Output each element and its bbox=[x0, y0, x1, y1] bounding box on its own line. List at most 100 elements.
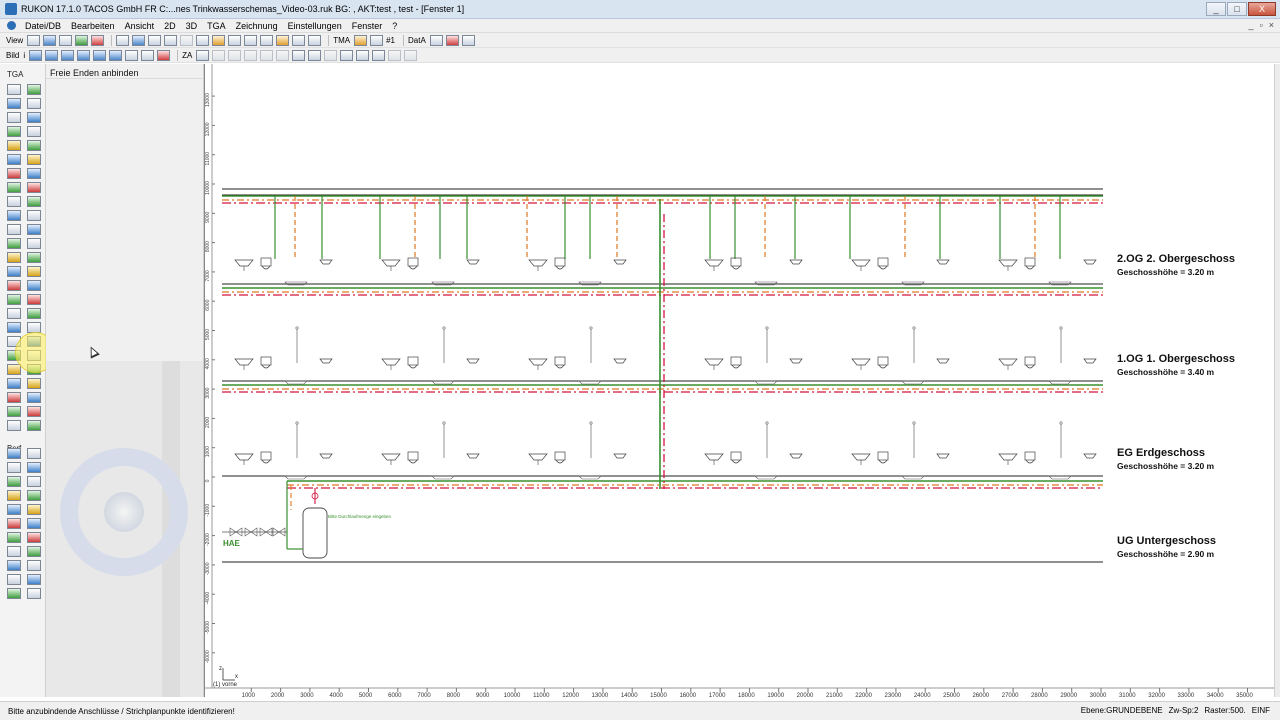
tga-tool-icon[interactable] bbox=[7, 322, 21, 333]
pan-icon[interactable] bbox=[308, 34, 322, 46]
tga-tool-icon[interactable] bbox=[7, 560, 21, 571]
tga-tool-icon[interactable] bbox=[7, 462, 21, 473]
tga-tool-icon[interactable] bbox=[7, 294, 21, 305]
tga-tool-icon[interactable] bbox=[27, 238, 41, 249]
tga-tool-icon[interactable] bbox=[27, 294, 41, 305]
tga-tool-icon[interactable] bbox=[27, 308, 41, 319]
tga-tool-icon[interactable] bbox=[27, 462, 41, 473]
zoom-in-icon[interactable] bbox=[61, 49, 75, 61]
mdi-close-button[interactable]: × bbox=[1269, 20, 1274, 30]
frame-icon[interactable] bbox=[141, 49, 155, 61]
zoom-fit-icon[interactable] bbox=[109, 49, 123, 61]
tga-tool-icon[interactable] bbox=[27, 392, 41, 403]
group-icon[interactable] bbox=[324, 49, 338, 61]
eye-icon[interactable] bbox=[116, 34, 130, 46]
import-icon[interactable] bbox=[404, 49, 418, 61]
tga-tool-icon[interactable] bbox=[27, 518, 41, 529]
zoom-all-icon[interactable] bbox=[29, 49, 43, 61]
folder-icon[interactable] bbox=[276, 34, 290, 46]
delete-icon[interactable] bbox=[91, 34, 105, 46]
hash-button[interactable]: #1 bbox=[386, 36, 395, 45]
rotate-icon[interactable] bbox=[260, 49, 274, 61]
tga-tool-icon[interactable] bbox=[27, 266, 41, 277]
copy-icon[interactable] bbox=[212, 49, 226, 61]
tga-tool-icon[interactable] bbox=[27, 504, 41, 515]
tga-tool-icon[interactable] bbox=[27, 490, 41, 501]
document-icon[interactable] bbox=[7, 21, 16, 30]
tga-tool-icon[interactable] bbox=[7, 252, 21, 263]
vertical-scrollbar[interactable] bbox=[1274, 64, 1280, 697]
menu-help[interactable]: ? bbox=[387, 19, 402, 33]
tga-tool-icon[interactable] bbox=[7, 140, 21, 151]
tga-tool-icon[interactable] bbox=[7, 532, 21, 543]
tree-icon[interactable] bbox=[429, 34, 443, 46]
undo-icon[interactable] bbox=[164, 34, 178, 46]
tga-tool-icon[interactable] bbox=[27, 476, 41, 487]
tga-tool-icon[interactable] bbox=[27, 224, 41, 235]
tga-tool-icon[interactable] bbox=[27, 574, 41, 585]
menu-bearbeiten[interactable]: Bearbeiten bbox=[66, 19, 120, 33]
zoom-out-icon[interactable] bbox=[77, 49, 91, 61]
tga-tool-icon[interactable] bbox=[7, 210, 21, 221]
tga-tool-icon[interactable] bbox=[27, 280, 41, 291]
fx-icon[interactable] bbox=[354, 34, 368, 46]
tga-tool-icon[interactable] bbox=[7, 196, 21, 207]
tga-tool-icon[interactable] bbox=[7, 280, 21, 291]
tga-tool-icon[interactable] bbox=[7, 84, 21, 95]
tga-tool-icon[interactable] bbox=[27, 196, 41, 207]
save-icon[interactable] bbox=[244, 34, 258, 46]
menu-zeichnung[interactable]: Zeichnung bbox=[231, 19, 283, 33]
tga-tool-icon[interactable] bbox=[27, 182, 41, 193]
tga-tool-icon[interactable] bbox=[7, 546, 21, 557]
info-button[interactable]: i bbox=[23, 51, 25, 60]
mdi-minimize-button[interactable]: _ bbox=[1249, 20, 1254, 30]
raster-icon[interactable] bbox=[157, 49, 171, 61]
layers-stack-icon[interactable] bbox=[132, 34, 146, 46]
zoom-icon[interactable] bbox=[292, 34, 306, 46]
zoom-previous-icon[interactable] bbox=[93, 49, 107, 61]
regen-icon[interactable] bbox=[125, 49, 139, 61]
move-icon[interactable] bbox=[228, 49, 242, 61]
tga-tool-icon[interactable] bbox=[7, 98, 21, 109]
tga-tool-icon[interactable] bbox=[7, 238, 21, 249]
tga-tool-icon[interactable] bbox=[7, 574, 21, 585]
menu-fenster[interactable]: Fenster bbox=[347, 19, 388, 33]
tga-tool-icon[interactable] bbox=[7, 476, 21, 487]
calc-icon[interactable] bbox=[445, 34, 459, 46]
tga-tool-icon[interactable] bbox=[27, 84, 41, 95]
view-settings-icon[interactable] bbox=[27, 34, 41, 46]
printer-icon[interactable] bbox=[356, 49, 370, 61]
tga-tool-icon[interactable] bbox=[7, 308, 21, 319]
tga-tool-icon[interactable] bbox=[7, 518, 21, 529]
select-icon[interactable] bbox=[75, 34, 89, 46]
tga-tool-icon[interactable] bbox=[7, 266, 21, 277]
tga-tool-icon[interactable] bbox=[27, 448, 41, 459]
menu-datei[interactable]: Datei/DB bbox=[20, 19, 66, 33]
minimize-button[interactable]: _ bbox=[1206, 2, 1226, 16]
tga-tool-icon[interactable] bbox=[27, 168, 41, 179]
properties-icon[interactable] bbox=[292, 49, 306, 61]
export-icon[interactable] bbox=[388, 49, 402, 61]
print-icon[interactable] bbox=[260, 34, 274, 46]
menu-tga[interactable]: TGA bbox=[202, 19, 231, 33]
block-icon[interactable] bbox=[308, 49, 322, 61]
tga-tool-icon[interactable] bbox=[7, 504, 21, 515]
menu-einstellungen[interactable]: Einstellungen bbox=[283, 19, 347, 33]
tga-tool-icon[interactable] bbox=[7, 448, 21, 459]
menu-2d[interactable]: 2D bbox=[159, 19, 181, 33]
tga-tool-icon[interactable] bbox=[7, 126, 21, 137]
object-icon[interactable] bbox=[196, 49, 210, 61]
tga-tool-icon[interactable] bbox=[7, 588, 21, 599]
tga-tool-icon[interactable] bbox=[7, 378, 21, 389]
close-button[interactable]: X bbox=[1248, 2, 1276, 16]
tga-tool-icon[interactable] bbox=[7, 224, 21, 235]
tga-tool-icon[interactable] bbox=[27, 154, 41, 165]
maximize-button[interactable]: □ bbox=[1227, 2, 1247, 16]
tga-tool-icon[interactable] bbox=[27, 588, 41, 599]
grid-view-icon[interactable] bbox=[59, 34, 73, 46]
tga-tool-icon[interactable] bbox=[27, 126, 41, 137]
tga-tool-icon[interactable] bbox=[27, 210, 41, 221]
menu-3d[interactable]: 3D bbox=[181, 19, 203, 33]
print-preview-icon[interactable] bbox=[228, 34, 242, 46]
plot-icon[interactable] bbox=[340, 49, 354, 61]
